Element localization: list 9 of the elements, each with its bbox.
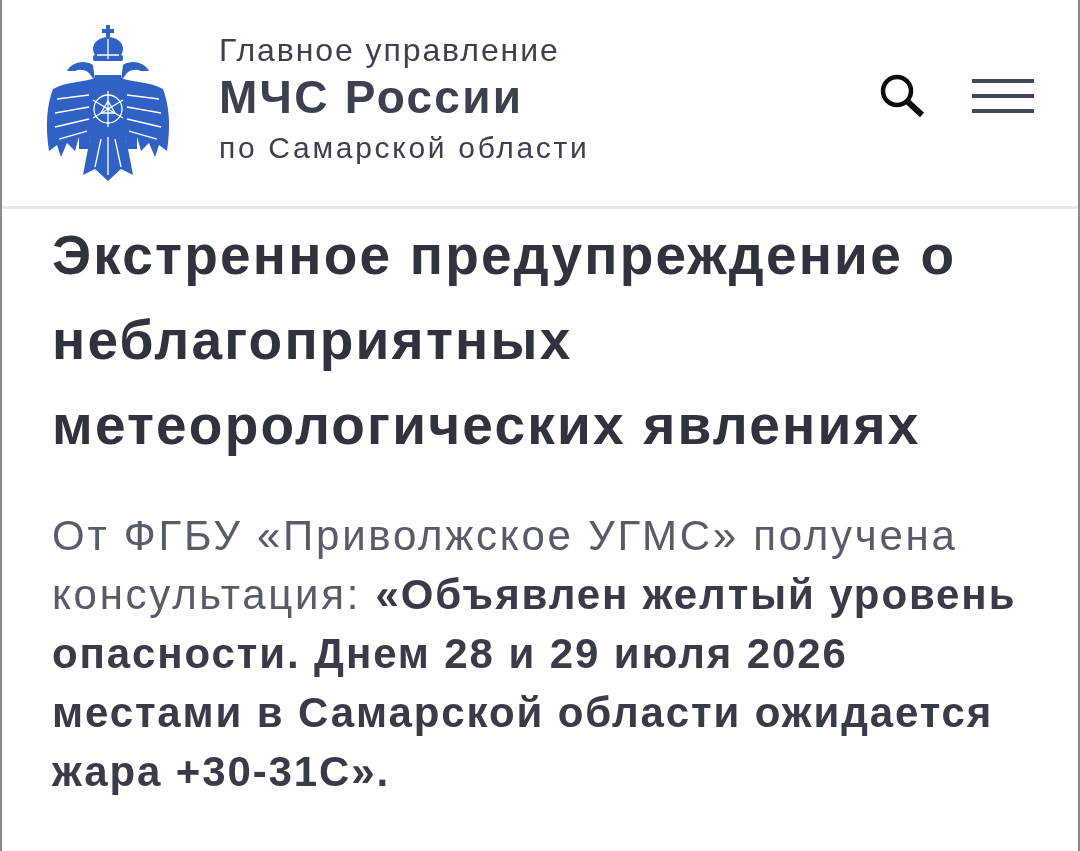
org-name-line: Главное управление <box>219 31 561 70</box>
eagle-emblem-icon <box>45 25 171 181</box>
menu-button[interactable] <box>972 76 1034 116</box>
article-body: От ФГБУ «Приволжское УГМС» получена консультация: «Объявлен желтый уровень опасности. Днем 28 и 29 июля 2026 местами в Самарской области ожидается жара +30-31С». <box>52 511 1018 797</box>
org-region-line: по Самарской области <box>219 130 590 166</box>
search-icon <box>878 72 926 120</box>
menu-icon <box>972 78 1034 114</box>
org-name-title: МЧС России <box>219 70 525 124</box>
article-title: Экстренное предупреждение о неблагоприятных метеорологических явлениях <box>52 223 958 458</box>
